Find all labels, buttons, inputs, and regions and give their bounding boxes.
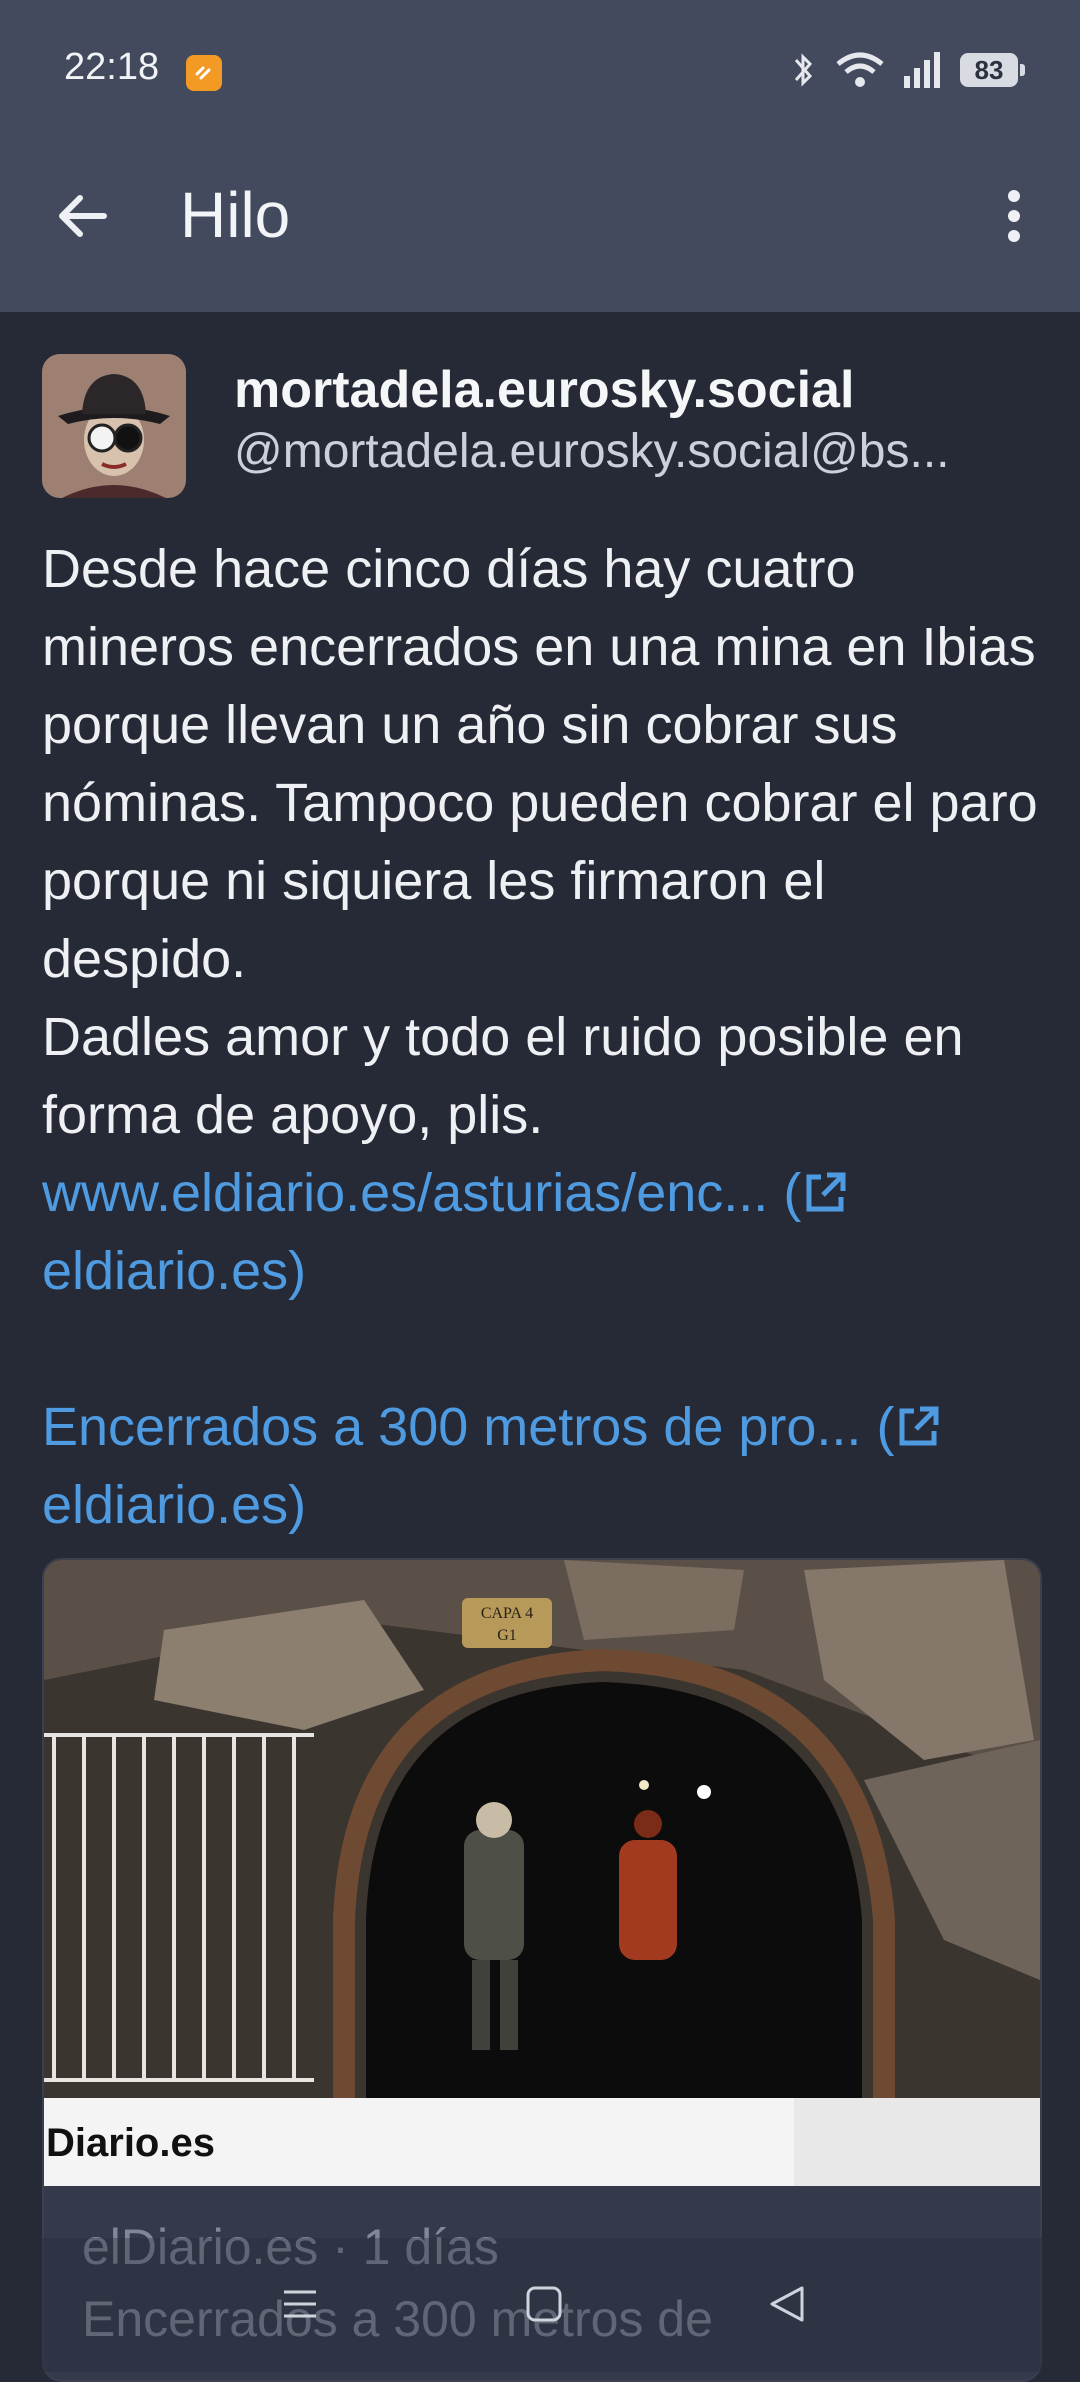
status-icons: 83 (788, 50, 1025, 90)
svg-text:G1: G1 (497, 1627, 517, 1644)
post-paragraph: Desde hace cinco días hay cuatro mineros… (42, 539, 1038, 989)
avatar[interactable] (42, 354, 186, 498)
page-title: Hilo (180, 179, 291, 251)
card-link-domain: eldiario.es) (42, 1475, 307, 1535)
status-bar: 22:18 83 (0, 0, 1080, 140)
home-nav-icon[interactable] (514, 2274, 574, 2334)
app-notification-icon (186, 55, 222, 91)
battery-indicator: 83 (960, 53, 1025, 87)
article-link-domain: eldiario.es) (42, 1241, 307, 1301)
menu-nav-icon[interactable] (270, 2274, 330, 2334)
status-time: 22:18 (64, 46, 160, 88)
post-paragraph: Dadles amor y todo el ruido posible en f… (42, 1007, 964, 1145)
external-link-icon (806, 1172, 846, 1212)
signal-icon (904, 52, 940, 88)
top-bar: 22:18 83 Hilo (0, 0, 1080, 312)
card-link-title: Encerrados a 300 metros de pro... ( (42, 1397, 895, 1457)
article-link[interactable]: www.eldiario.es/asturias/enc... ( eldiar… (42, 1154, 1042, 1310)
external-link-icon (899, 1406, 939, 1446)
post-body: Desde hace cinco días hay cuatro mineros… (42, 530, 1042, 1544)
svg-text:Diario.es: Diario.es (46, 2121, 215, 2165)
bluetooth-icon (794, 53, 813, 87)
article-image: CAPA 4 G1 Diario.es (44, 1560, 1040, 2186)
thread-post: mortadela.eurosky.social @mortadela.euro… (0, 312, 1080, 2382)
svg-text:CAPA 4: CAPA 4 (481, 1605, 533, 1622)
app-bar: Hilo (0, 140, 1080, 312)
card-link[interactable]: Encerrados a 300 metros de pro... ( eldi… (42, 1388, 1042, 1544)
display-name[interactable]: mortadela.eurosky.social (234, 360, 1034, 420)
more-options-icon[interactable] (982, 184, 1046, 248)
system-navigation-bar (0, 2238, 1080, 2372)
article-link-url: www.eldiario.es/asturias/enc... ( (42, 1163, 802, 1223)
back-nav-icon[interactable] (758, 2274, 818, 2334)
wifi-icon (836, 52, 884, 87)
user-handle[interactable]: @mortadela.eurosky.social@bs... (234, 424, 1034, 479)
back-arrow-icon[interactable] (52, 184, 116, 248)
